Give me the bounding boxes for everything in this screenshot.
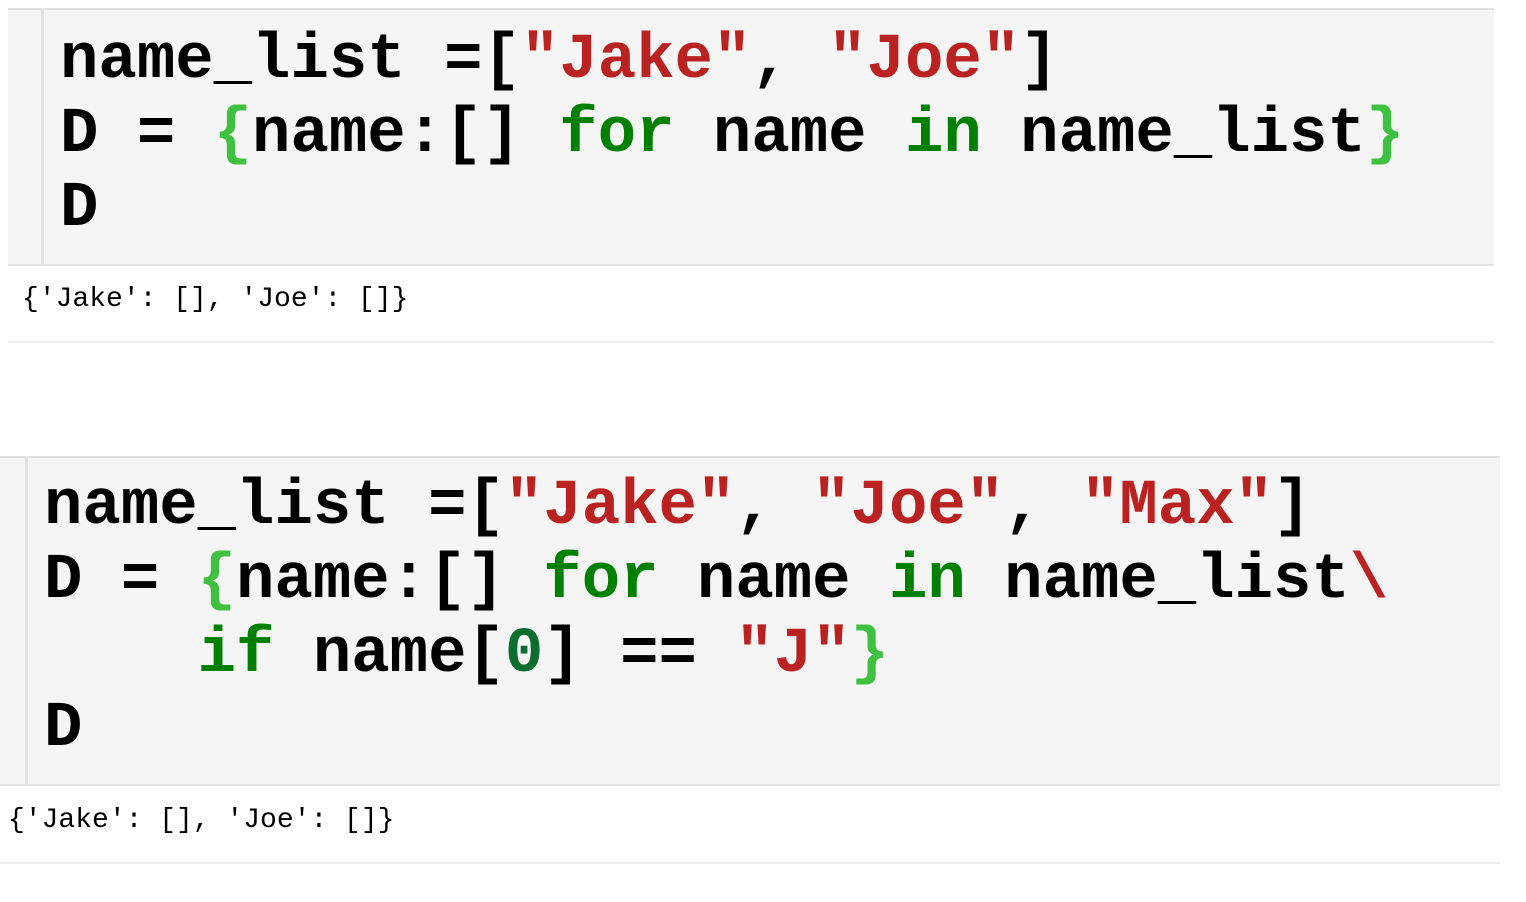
code-token: name[ [274,619,505,691]
keyword-token: in [888,545,966,617]
code-token: ] [1273,471,1312,543]
code-token: ] == [543,619,736,691]
string-token: \ [1349,545,1389,617]
code-token: ] [1020,25,1059,97]
code-token: name_list [981,99,1366,171]
code-token: , [751,25,829,97]
cell-prompt-gutter [25,458,28,784]
brace-token: } [1365,99,1405,171]
code-token: name_list =[ [44,471,505,543]
keyword-token: in [904,99,982,171]
cell-output-divider [8,341,1494,343]
code-line: D = {name:[] for name in name_list} [60,98,1404,172]
code-line: name_list =["Jake", "Joe", "Max"] [44,470,1388,544]
cell-input-area[interactable]: name_list =["Jake", "Joe", "Max"] D = {na… [0,456,1500,786]
brace-token: { [197,545,237,617]
cell-output-divider [0,862,1500,864]
code-token: name:[] [236,545,544,617]
cell-output-text: {'Jake': [], 'Joe': []} [22,284,409,315]
keyword-token: for [559,99,675,171]
number-token: 0 [504,619,544,691]
code-line: if name[0] == "J"} [44,618,1388,692]
code-token: name [674,99,905,171]
keyword-token: if [197,619,275,691]
code-token: name_list =[ [60,25,521,97]
brace-token: { [213,99,253,171]
code-line: name_list =["Jake", "Joe"] [60,24,1404,98]
code-token: , [1004,471,1081,543]
code-token: D = [44,545,198,617]
code-token: , [735,471,813,543]
cell-output-text: {'Jake': [], 'Joe': []} [8,805,395,836]
code-token: name [658,545,889,617]
code-line: D = {name:[] for name in name_list\ [44,544,1388,618]
string-token: "J" [735,619,851,691]
string-token: "Jake" [504,471,736,543]
brace-token: } [850,619,889,691]
code-line: D [60,172,1404,246]
keyword-token: for [543,545,659,617]
string-token: "Joe" [812,471,1005,543]
code-token: D [60,173,99,245]
code-token: D = [60,99,214,171]
code-editor[interactable]: name_list =["Jake", "Joe", "Max"] D = {na… [44,470,1388,766]
code-token: name_list [965,545,1350,617]
cell-prompt-gutter [41,10,44,264]
string-token: "Max" [1080,471,1273,543]
string-token: "Jake" [520,25,752,97]
code-token: name:[] [252,99,560,171]
code-token: D [44,693,83,765]
code-line: D [44,692,1388,766]
string-token: "Joe" [828,25,1021,97]
cell-input-area[interactable]: name_list =["Jake", "Joe"] D = {name:[] f… [8,8,1494,266]
code-editor[interactable]: name_list =["Jake", "Joe"] D = {name:[] f… [60,24,1404,246]
